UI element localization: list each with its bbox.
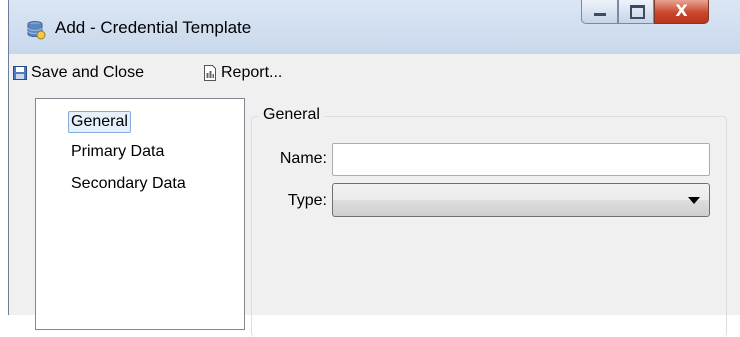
- name-label: Name:: [279, 150, 327, 167]
- client-area: Save and Close Report... General Primary…: [9, 54, 740, 337]
- navigation-tree[interactable]: General Primary Data Secondary Data: [35, 98, 245, 330]
- maximize-button[interactable]: [618, 0, 654, 24]
- app-window: Add - Credential Template X Save and Clo…: [8, 0, 740, 337]
- tree-item-primary-data[interactable]: Primary Data: [68, 141, 167, 163]
- report-label: Report...: [221, 64, 283, 81]
- save-icon: [13, 65, 27, 81]
- type-label: Type:: [287, 192, 327, 209]
- type-dropdown[interactable]: [332, 183, 710, 217]
- maximize-icon: [630, 5, 645, 19]
- minimize-button[interactable]: [581, 0, 618, 24]
- tree-item-secondary-data[interactable]: Secondary Data: [68, 173, 189, 195]
- toolbar: Save and Close Report...: [9, 54, 740, 92]
- save-and-close-button[interactable]: Save and Close: [13, 62, 144, 84]
- title-bar[interactable]: Add - Credential Template X: [9, 0, 740, 54]
- report-button[interactable]: Report...: [203, 62, 282, 84]
- tree-item-general[interactable]: General: [68, 111, 131, 133]
- close-button[interactable]: X: [654, 0, 709, 24]
- name-field[interactable]: [332, 143, 710, 176]
- chevron-down-icon: [688, 197, 700, 204]
- close-icon: X: [675, 1, 688, 20]
- database-icon: [26, 20, 46, 40]
- window-title: Add - Credential Template: [55, 18, 252, 37]
- save-and-close-label: Save and Close: [31, 64, 144, 81]
- group-title: General: [259, 106, 324, 124]
- minimize-icon: [594, 13, 606, 16]
- report-icon: [203, 65, 217, 81]
